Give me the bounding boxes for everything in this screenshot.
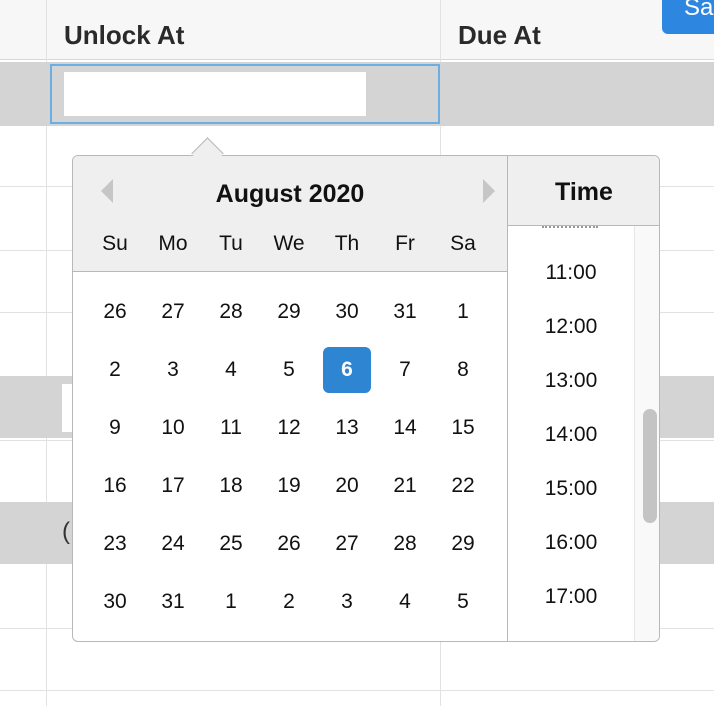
- calendar-day-selected[interactable]: 6: [323, 347, 371, 393]
- weekday-label: Mo: [158, 232, 188, 255]
- unlock-at-header: Unlock At: [64, 20, 185, 50]
- calendar-day[interactable]: 9: [91, 405, 139, 451]
- calendar-day[interactable]: 31: [381, 289, 429, 335]
- time-option[interactable]: 16:00: [508, 531, 634, 555]
- time-title: Time: [555, 178, 613, 206]
- time-option[interactable]: 17:00: [508, 585, 634, 609]
- weekday-label: Su: [102, 232, 128, 255]
- due-at-header: Due At: [458, 20, 541, 50]
- save-button[interactable]: Sa: [662, 0, 714, 34]
- calendar-day[interactable]: 1: [207, 579, 255, 625]
- calendar-day[interactable]: 23: [91, 521, 139, 567]
- calendar-day[interactable]: 20: [323, 463, 371, 509]
- calendar-day[interactable]: 4: [207, 347, 255, 393]
- calendar-day[interactable]: 5: [439, 579, 487, 625]
- next-month-button[interactable]: [475, 176, 505, 206]
- calendar-day[interactable]: 27: [323, 521, 371, 567]
- unlock-at-input-field[interactable]: [64, 72, 366, 116]
- calendar-day[interactable]: 5: [265, 347, 313, 393]
- calendar-day[interactable]: 27: [149, 289, 197, 335]
- calendar-day[interactable]: 29: [265, 289, 313, 335]
- time-list-cutoff: [542, 226, 598, 231]
- calendar-day[interactable]: 13: [323, 405, 371, 451]
- calendar-day[interactable]: 8: [439, 347, 487, 393]
- row-input-stub: [62, 384, 72, 432]
- calendar-day[interactable]: 26: [91, 289, 139, 335]
- calendar-day[interactable]: 3: [149, 347, 197, 393]
- row-divider: [0, 690, 714, 691]
- scrollbar-thumb[interactable]: [643, 409, 657, 523]
- time-option[interactable]: 12:00: [508, 315, 634, 339]
- time-option[interactable]: 11:00: [508, 261, 634, 285]
- calendar-day[interactable]: 12: [265, 405, 313, 451]
- triangle-right-icon: [483, 179, 495, 203]
- row-text-fragment: (: [62, 518, 70, 545]
- unlock-at-input[interactable]: [50, 64, 440, 124]
- weekday-label: Tu: [219, 232, 243, 255]
- time-option[interactable]: 14:00: [508, 423, 634, 447]
- calendar-day[interactable]: 25: [207, 521, 255, 567]
- calendar-day[interactable]: 15: [439, 405, 487, 451]
- calendar-day[interactable]: 29: [439, 521, 487, 567]
- calendar-day[interactable]: 2: [91, 347, 139, 393]
- calendar-day[interactable]: 19: [265, 463, 313, 509]
- calendar-day[interactable]: 1: [439, 289, 487, 335]
- time-option[interactable]: 15:00: [508, 477, 634, 501]
- weekday-label: Sa: [450, 232, 476, 255]
- calendar-day[interactable]: 10: [149, 405, 197, 451]
- calendar-day[interactable]: 31: [149, 579, 197, 625]
- calendar-day[interactable]: 14: [381, 405, 429, 451]
- calendar-day[interactable]: 2: [265, 579, 313, 625]
- month-title: August 2020: [215, 180, 365, 208]
- calendar-day[interactable]: 16: [91, 463, 139, 509]
- calendar-day[interactable]: 22: [439, 463, 487, 509]
- weekday-label: Fr: [395, 232, 415, 255]
- time-list[interactable]: 11:00 12:00 13:00 14:00 15:00 16:00 17:00: [508, 226, 634, 641]
- calendar-day[interactable]: 21: [381, 463, 429, 509]
- time-scrollbar[interactable]: [634, 226, 659, 641]
- calendar-day[interactable]: 26: [265, 521, 313, 567]
- calendar-day[interactable]: 18: [207, 463, 255, 509]
- calendar-day[interactable]: 24: [149, 521, 197, 567]
- calendar-day[interactable]: 30: [323, 289, 371, 335]
- datepicker-popup: August 2020 Su Mo Tu We Th Fr Sa 26 27 28 29 30 31 1…: [72, 155, 660, 642]
- calendar-day[interactable]: 11: [207, 405, 255, 451]
- time-header: Time: [508, 156, 659, 226]
- time-option[interactable]: 13:00: [508, 369, 634, 393]
- calendar-day[interactable]: 17: [149, 463, 197, 509]
- calendar-day[interactable]: 30: [91, 579, 139, 625]
- calendar-day[interactable]: 28: [381, 521, 429, 567]
- weekday-label: We: [273, 232, 305, 255]
- weekday-label: Th: [334, 232, 360, 255]
- calendar-day[interactable]: 28: [207, 289, 255, 335]
- calendar-header: August 2020 Su Mo Tu We Th Fr Sa: [73, 156, 507, 272]
- time-picker: Time 11:00 12:00 13:00 14:00 15:00 16:00 17:00: [507, 156, 659, 641]
- calendar-day[interactable]: 4: [381, 579, 429, 625]
- calendar-day[interactable]: 3: [323, 579, 371, 625]
- calendar-day[interactable]: 7: [381, 347, 429, 393]
